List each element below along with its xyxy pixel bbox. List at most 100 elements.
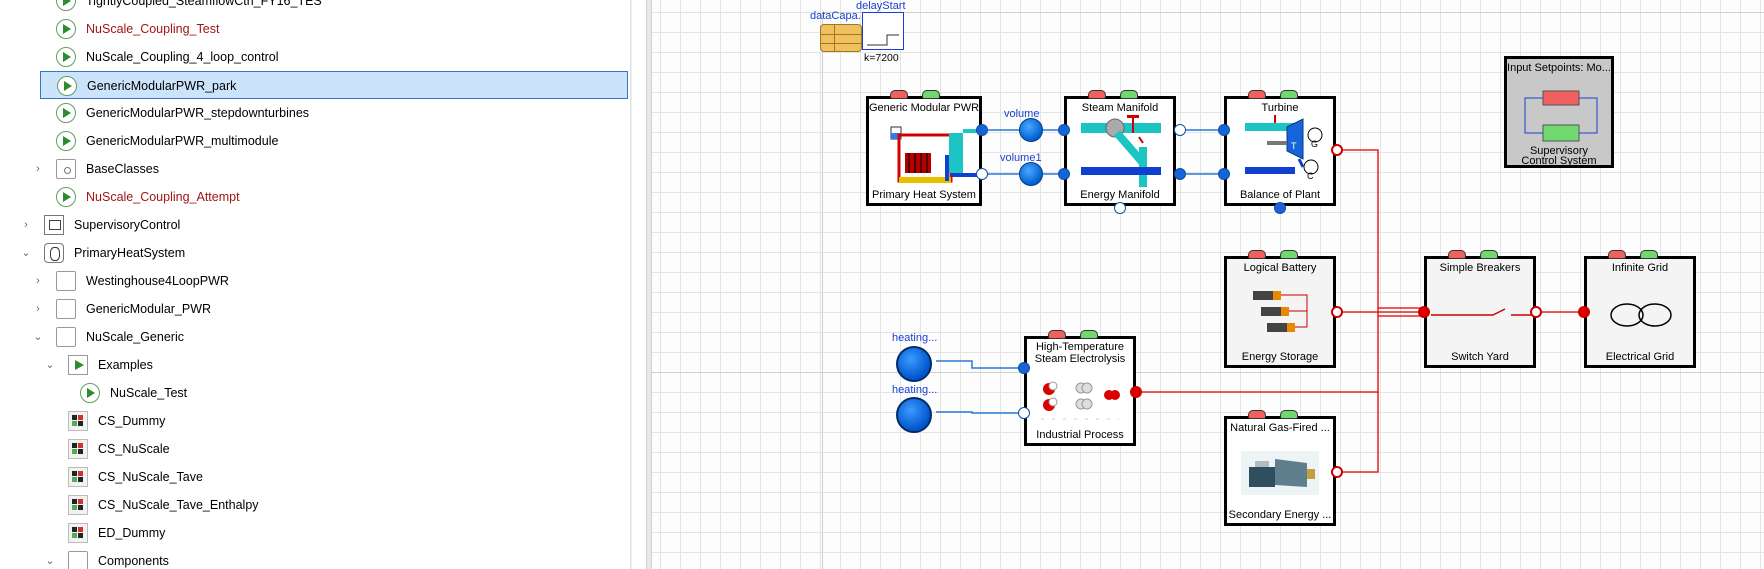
manifold-port-return[interactable]	[1174, 168, 1186, 180]
breakers-port-in[interactable]	[1418, 306, 1430, 318]
expand-chevron-icon[interactable]: ›	[20, 219, 32, 231]
tree-item-genericmodularpwr-park[interactable]: GenericModularPWR_park	[40, 71, 628, 99]
tree-item-nuscale-test[interactable]: NuScale_Test	[0, 379, 630, 407]
heating-component-1[interactable]	[896, 346, 932, 382]
tree-item-components[interactable]: ⌄ Components	[0, 547, 630, 569]
box-icon	[68, 551, 88, 569]
tree-item-genericmodularpwr-stepdownturbines[interactable]: GenericModularPWR_stepdownturbines	[0, 99, 630, 127]
breakers-sensor-bus[interactable]	[1480, 250, 1498, 259]
manifold-sensor-bus[interactable]	[1120, 90, 1138, 99]
tree-item-nuscale-coupling-test[interactable]: NuScale_Coupling_Test	[0, 15, 630, 43]
delay-start-block[interactable]	[862, 12, 904, 50]
turbine-port-bottom[interactable]	[1274, 202, 1286, 214]
data-capacity-table[interactable]	[820, 24, 862, 52]
electrolysis-port-a[interactable]	[1018, 362, 1030, 374]
run-icon	[56, 0, 76, 11]
manifold-port-out[interactable]	[1174, 124, 1186, 136]
tree-item-primaryheatsystem[interactable]: ⌄ PrimaryHeatSystem	[0, 239, 630, 267]
turbine-electrical-port[interactable]	[1331, 144, 1343, 156]
tree-item-cs-nuscale-tave-enthalpy[interactable]: CS_NuScale_Tave_Enthalpy	[0, 491, 630, 519]
volume1-label: volume1	[1000, 152, 1042, 164]
breakers-actuator-bus[interactable]	[1448, 250, 1466, 259]
collapse-chevron-icon[interactable]: ⌄	[32, 331, 44, 343]
supervisory-control-block[interactable]: Input Setpoints: Mo... Supervisory Contr…	[1504, 56, 1614, 168]
manifold-actuator-bus[interactable]	[1088, 90, 1106, 99]
reactor-icon	[890, 126, 979, 183]
battery-electrical-port[interactable]	[1331, 306, 1343, 318]
collapse-chevron-icon[interactable]: ⌄	[20, 247, 32, 259]
grid-actuator-bus[interactable]	[1608, 250, 1626, 259]
manifold-port-a[interactable]	[1058, 124, 1070, 136]
scroll-down-arrow-icon[interactable]: ▼	[631, 553, 632, 569]
phs-port-b[interactable]	[976, 124, 988, 136]
tree-item-cs-nuscale[interactable]: CS_NuScale	[0, 435, 630, 463]
play-package-icon	[68, 355, 88, 375]
electrical-grid-block[interactable]: Infinite Grid Electrical Grid	[1584, 256, 1696, 368]
tree-item-westinghouse4looppwr[interactable]: › Westinghouse4LoopPWR	[0, 267, 630, 295]
collapse-chevron-icon[interactable]: ⌄	[44, 359, 56, 371]
volume1-component[interactable]	[1019, 162, 1043, 186]
phs-actuator-bus[interactable]	[890, 90, 908, 99]
tree-item-cs-nuscale-tave[interactable]: CS_NuScale_Tave	[0, 463, 630, 491]
manifold-port-bottom[interactable]	[1114, 202, 1126, 214]
turbine-port-b[interactable]	[1218, 168, 1230, 180]
turbine-port-a[interactable]	[1218, 124, 1230, 136]
electrolysis-sensor-bus[interactable]	[1080, 330, 1098, 339]
phs-port-a[interactable]	[976, 168, 988, 180]
volume-component[interactable]	[1019, 118, 1043, 142]
tree-item-label: Examples	[98, 358, 153, 372]
electrolysis-actuator-bus[interactable]	[1048, 330, 1066, 339]
balance-of-plant-block[interactable]: Turbine T G C Balance of Plant	[1224, 96, 1336, 206]
electrolysis-electrical-port[interactable]	[1130, 386, 1142, 398]
energy-storage-block[interactable]: Logical Battery Energy Storage	[1224, 256, 1336, 368]
grid-electrical-port[interactable]	[1578, 306, 1590, 318]
switch-yard-block[interactable]: Simple Breakers Switch Yard	[1424, 256, 1536, 368]
collapse-chevron-icon[interactable]: ⌄	[44, 555, 56, 567]
gas-electrical-port[interactable]	[1331, 466, 1343, 478]
tree-item-nuscale-coupling-4-loop-control[interactable]: NuScale_Coupling_4_loop_control	[0, 43, 630, 71]
turbine-icon	[1245, 115, 1323, 175]
tree-item-label: TightlyCoupled_SteamflowCtrl_FY16_TES	[86, 0, 322, 8]
gas-sensor-bus[interactable]	[1280, 410, 1298, 419]
battery-actuator-bus[interactable]	[1248, 250, 1266, 259]
tree-item-genericmodular-pwr[interactable]: › GenericModular_PWR	[0, 295, 630, 323]
breakers-port-out[interactable]	[1530, 306, 1542, 318]
phs-subtitle: Primary Heat System	[872, 189, 976, 201]
heating-component-2[interactable]	[896, 397, 932, 433]
primary-heat-system-block[interactable]: Generic Modular PWR Primary Heat System	[866, 96, 982, 206]
grid-sensor-bus[interactable]	[1640, 250, 1658, 259]
battery-sensor-bus[interactable]	[1280, 250, 1298, 259]
turbine-sensor-bus[interactable]	[1280, 90, 1298, 99]
tree-item-nuscale-generic[interactable]: ⌄ NuScale_Generic	[0, 323, 630, 351]
tree-item-nuscale-coupling-attempt[interactable]: NuScale_Coupling_Attempt	[0, 183, 630, 211]
diagram-canvas[interactable]: dataCapa... delayStart k=7200 Generic Mo…	[652, 0, 1764, 569]
tree-item-cs-dummy[interactable]: CS_Dummy	[0, 407, 630, 435]
tree-item-examples[interactable]: ⌄ Examples	[0, 351, 630, 379]
scroll-up-arrow-icon[interactable]: ▲	[631, 0, 632, 16]
electrolysis-title-1: High-Temperature	[1035, 341, 1125, 353]
supervisory-subtitle-2: Control System	[1521, 155, 1597, 167]
phs-sensor-bus[interactable]	[922, 90, 940, 99]
energy-manifold-block[interactable]: Steam Manifold Energy Manifold	[1064, 96, 1176, 206]
tree-item-tightlycoupled-steamflowctrl-fy16-tes[interactable]: TightlyCoupled_SteamflowCtrl_FY16_TES	[0, 0, 630, 15]
expand-chevron-icon[interactable]: ›	[32, 303, 44, 315]
tree-item-ed-dummy[interactable]: ED_Dummy	[0, 519, 630, 547]
manifold-port-b-in[interactable]	[1058, 168, 1070, 180]
tree-scrollbar[interactable]: ▲ ▼	[630, 0, 632, 569]
gas-actuator-bus[interactable]	[1248, 410, 1266, 419]
expand-chevron-icon[interactable]: ›	[32, 275, 44, 287]
tree-item-supervisorycontrol[interactable]: › SupervisoryControl	[0, 211, 630, 239]
phs-title: Generic Modular PWR	[869, 102, 979, 114]
tree-item-label: GenericModular_PWR	[86, 302, 212, 316]
turbine-actuator-bus[interactable]	[1248, 90, 1266, 99]
tree-item-genericmodularpwr-multimodule[interactable]: GenericModularPWR_multimodule	[0, 127, 630, 155]
tree-item-label: Westinghouse4LoopPWR	[86, 274, 229, 288]
expand-chevron-icon[interactable]: ›	[32, 163, 44, 175]
secondary-energy-block[interactable]: Natural Gas-Fired ... Secondary Energy .…	[1224, 416, 1336, 526]
tree-item-label: BaseClasses	[86, 162, 159, 176]
electrolysis-port-b[interactable]	[1018, 407, 1030, 419]
grid-icon	[1610, 303, 1672, 327]
industrial-process-block[interactable]: High-Temperature Steam Electrolysis Indu…	[1024, 336, 1136, 446]
run-icon	[57, 76, 77, 96]
tree-item-baseclasses[interactable]: › BaseClasses	[0, 155, 630, 183]
